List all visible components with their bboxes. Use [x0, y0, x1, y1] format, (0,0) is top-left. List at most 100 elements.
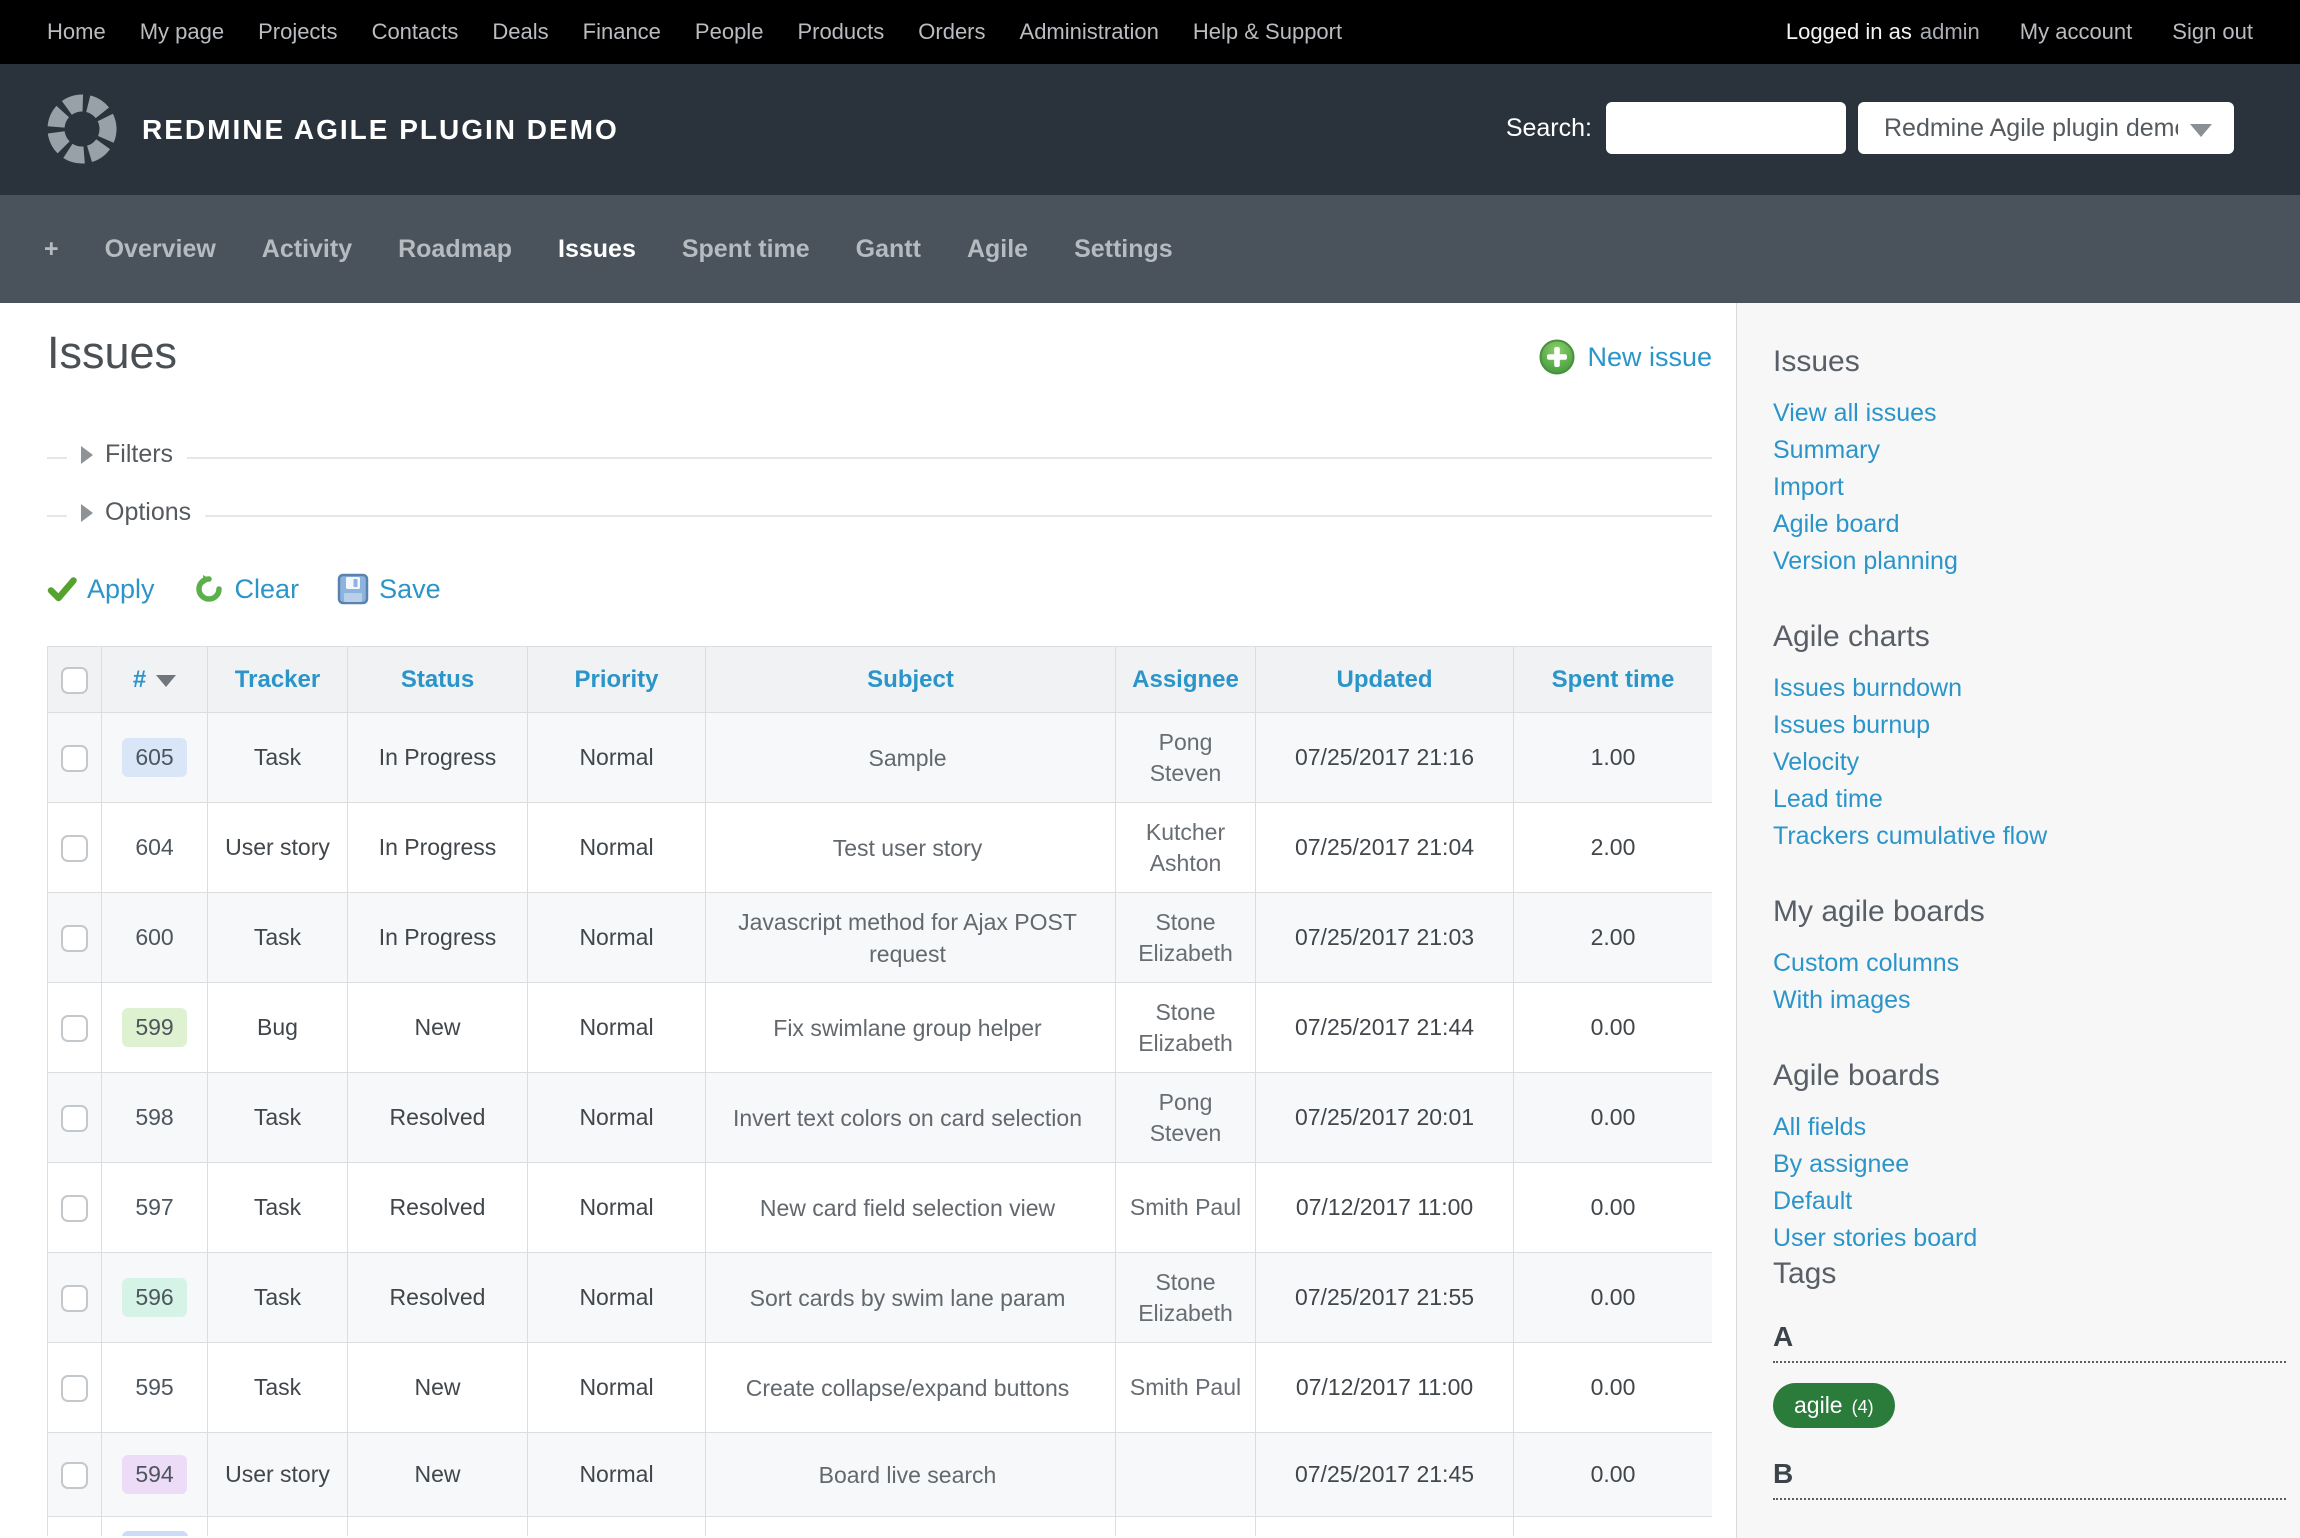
assignee-link[interactable]: Pong Steven: [1116, 713, 1256, 803]
subject-link[interactable]: New card field selection view: [706, 1163, 1116, 1253]
issue-id-link-598[interactable]: 598: [122, 1098, 186, 1137]
checkbox-cell: [48, 1073, 102, 1163]
sidebar-link-import[interactable]: Import: [1773, 469, 2286, 506]
column-header-priority[interactable]: Priority: [528, 647, 706, 713]
row-checkbox-605[interactable]: [61, 745, 88, 772]
column-header-item[interactable]: #: [102, 647, 208, 713]
assignee-link[interactable]: Stone Elizabeth: [1116, 983, 1256, 1073]
nav-tab-activity[interactable]: Activity: [262, 235, 352, 264]
sidebar-link-summary[interactable]: Summary: [1773, 432, 2286, 469]
sidebar-link-with-images[interactable]: With images: [1773, 982, 2286, 1019]
issue-id-link-604[interactable]: 604: [122, 828, 186, 867]
topbar-item-deals[interactable]: Deals: [492, 19, 548, 45]
issue-id-link-605[interactable]: 605: [122, 738, 186, 777]
row-checkbox-594[interactable]: [61, 1462, 88, 1489]
sidebar-link-issues-burnup[interactable]: Issues burnup: [1773, 707, 2286, 744]
topbar-item-people[interactable]: People: [695, 19, 764, 45]
nav-tab-issues[interactable]: Issues: [558, 235, 636, 264]
topbar-item-products[interactable]: Products: [797, 19, 884, 45]
username-link[interactable]: admin: [1920, 19, 1980, 44]
row-checkbox-600[interactable]: [61, 925, 88, 952]
sidebar-link-custom-columns[interactable]: Custom columns: [1773, 945, 2286, 982]
topbar-item-finance[interactable]: Finance: [583, 19, 661, 45]
subject-link[interactable]: Sort cards by swim lane param: [706, 1253, 1116, 1343]
topbar-item-administration[interactable]: Administration: [1020, 19, 1159, 45]
issue-id-link-597[interactable]: 597: [122, 1188, 186, 1227]
row-checkbox-604[interactable]: [61, 835, 88, 862]
nav-tab-settings[interactable]: Settings: [1074, 235, 1173, 264]
search-input[interactable]: [1606, 102, 1846, 154]
row-checkbox-595[interactable]: [61, 1375, 88, 1402]
apply-button[interactable]: Apply: [47, 574, 155, 605]
subject-link[interactable]: Board live search: [706, 1433, 1116, 1517]
sign-out-link[interactable]: Sign out: [2172, 19, 2253, 45]
nav-tab-spent-time[interactable]: Spent time: [682, 235, 810, 264]
sidebar-link-by-assignee[interactable]: By assignee: [1773, 1146, 2286, 1183]
subject-link[interactable]: Sample: [706, 713, 1116, 803]
new-issue-button[interactable]: New issue: [1539, 339, 1712, 375]
column-header-tracker[interactable]: Tracker: [208, 647, 348, 713]
save-disk-icon: [337, 573, 369, 605]
row-checkbox-598[interactable]: [61, 1105, 88, 1132]
row-checkbox-599[interactable]: [61, 1015, 88, 1042]
column-header-status[interactable]: Status: [348, 647, 528, 713]
partial-cell: [208, 1517, 348, 1537]
column-header-spent-time[interactable]: Spent time: [1514, 647, 1713, 713]
sidebar-link-user-stories-board[interactable]: User stories board: [1773, 1220, 2286, 1257]
nav-tab-agile[interactable]: Agile: [967, 235, 1028, 264]
tag-pill-agile[interactable]: agile(4): [1773, 1383, 1895, 1428]
filters-toggle[interactable]: Filters: [67, 440, 187, 469]
issue-id-link-599[interactable]: 599: [122, 1008, 186, 1047]
nav-tab-gantt[interactable]: Gantt: [856, 235, 921, 264]
subject-link[interactable]: Invert text colors on card selection: [706, 1073, 1116, 1163]
sidebar-section-tags: TagsAagile(4)B: [1773, 1257, 2286, 1500]
issue-id-link-600[interactable]: 600: [122, 918, 186, 957]
save-button[interactable]: Save: [337, 573, 441, 605]
topbar-item-projects[interactable]: Projects: [258, 19, 337, 45]
subject-link[interactable]: Create collapse/expand buttons: [706, 1343, 1116, 1433]
column-header-updated[interactable]: Updated: [1256, 647, 1514, 713]
nav-tab-overview[interactable]: Overview: [105, 235, 216, 264]
assignee-link[interactable]: Stone Elizabeth: [1116, 1253, 1256, 1343]
sidebar-link-issues-burndown[interactable]: Issues burndown: [1773, 670, 2286, 707]
sidebar-tags: TagsAagile(4)B: [1773, 1257, 2286, 1500]
subject-link[interactable]: Javascript method for Ajax POST request: [706, 893, 1116, 983]
sidebar-link-all-fields[interactable]: All fields: [1773, 1109, 2286, 1146]
topbar-item-orders[interactable]: Orders: [918, 19, 985, 45]
subject-link[interactable]: Fix swimlane group helper: [706, 983, 1116, 1073]
assignee-link[interactable]: Kutcher Ashton: [1116, 803, 1256, 893]
row-checkbox-597[interactable]: [61, 1195, 88, 1222]
sidebar-link-velocity[interactable]: Velocity: [1773, 744, 2286, 781]
sidebar-link-agile-board[interactable]: Agile board: [1773, 506, 2286, 543]
subject-link[interactable]: Test user story: [706, 803, 1116, 893]
column-header-subject[interactable]: Subject: [706, 647, 1116, 713]
topbar-item-my-page[interactable]: My page: [140, 19, 224, 45]
project-select[interactable]: Redmine Agile plugin demo: [1858, 102, 2234, 154]
options-label: Options: [105, 498, 191, 527]
assignee-link[interactable]: Smith Paul: [1116, 1163, 1256, 1253]
row-checkbox-596[interactable]: [61, 1285, 88, 1312]
assignee-link[interactable]: Pong Steven: [1116, 1073, 1256, 1163]
issue-id-link-596[interactable]: 596: [122, 1278, 186, 1317]
sidebar-link-trackers-cumulative-flow[interactable]: Trackers cumulative flow: [1773, 818, 2286, 855]
issue-id-link-594[interactable]: 594: [122, 1455, 186, 1494]
select-all-checkbox[interactable]: [61, 667, 88, 694]
options-toggle[interactable]: Options: [67, 498, 205, 527]
topbar-item-home[interactable]: Home: [47, 19, 106, 45]
assignee-link[interactable]: Stone Elizabeth: [1116, 893, 1256, 983]
sidebar-link-lead-time[interactable]: Lead time: [1773, 781, 2286, 818]
issue-id-link-595[interactable]: 595: [122, 1368, 186, 1407]
topbar-item-contacts[interactable]: Contacts: [372, 19, 459, 45]
assignee-link[interactable]: Smith Paul: [1116, 1343, 1256, 1433]
sidebar-link-default[interactable]: Default: [1773, 1183, 2286, 1220]
sidebar-link-version-planning[interactable]: Version planning: [1773, 543, 2286, 580]
tracker-cell: Task: [208, 1163, 348, 1253]
column-header-assignee[interactable]: Assignee: [1116, 647, 1256, 713]
nav-tab-roadmap[interactable]: Roadmap: [398, 235, 512, 264]
sidebar-link-view-all-issues[interactable]: View all issues: [1773, 395, 2286, 432]
topbar-item-help-support[interactable]: Help & Support: [1193, 19, 1342, 45]
my-account-link[interactable]: My account: [2020, 19, 2133, 45]
nav-tab-item[interactable]: +: [44, 235, 59, 264]
issue-id-link[interactable]: [122, 1531, 188, 1536]
clear-button[interactable]: Clear: [193, 573, 300, 605]
